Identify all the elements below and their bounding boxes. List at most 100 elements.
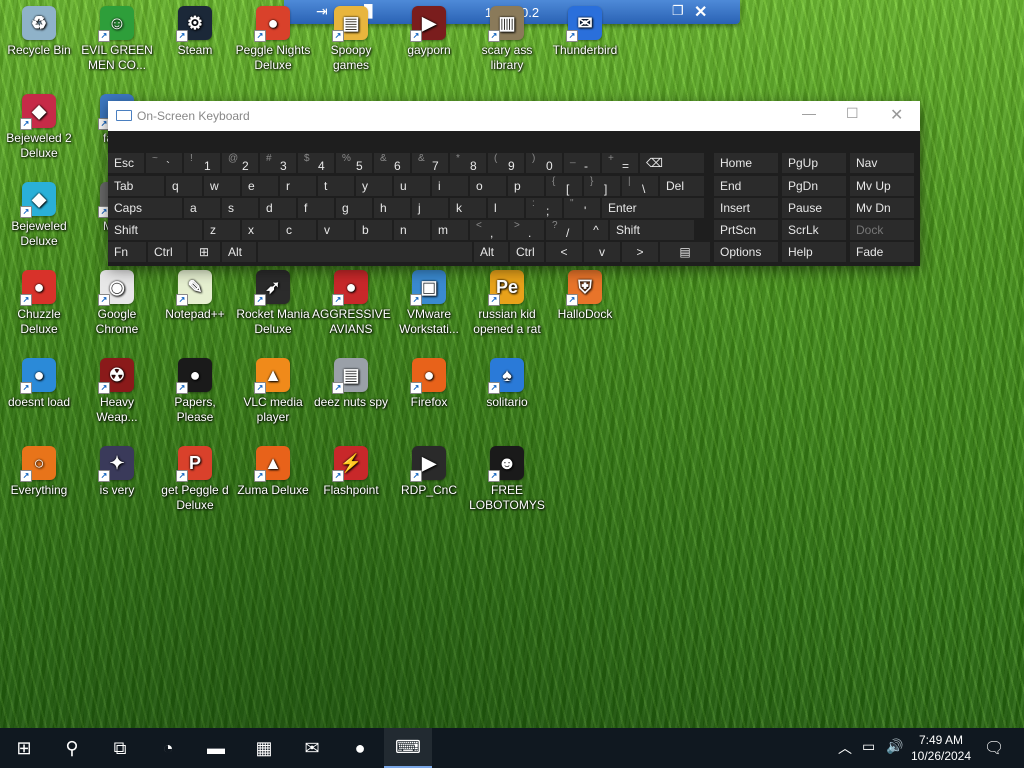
desktop-icon[interactable]: ▲ ↗ Zuma Deluxe xyxy=(234,446,312,498)
desktop-icon[interactable]: ✉ ↗ Thunderbird xyxy=(546,6,624,58)
desktop-icon[interactable]: ● ↗ Chuzzle Deluxe xyxy=(0,270,78,337)
key-`[interactable]: ~ ` xyxy=(146,153,182,173)
key-dock[interactable]: Dock xyxy=(850,220,914,240)
key-h[interactable]: h xyxy=(374,198,410,218)
desktop-icon[interactable]: ◆ ↗ Bejeweled 2 Deluxe xyxy=(0,94,78,161)
key-pause[interactable]: Pause xyxy=(782,198,846,218)
key-prtscn[interactable]: PrtScn xyxy=(714,220,778,240)
key-\[interactable]: | \ xyxy=(622,176,658,196)
taskbar-mail-button[interactable]: ✉ xyxy=(288,728,336,768)
key-q[interactable]: q xyxy=(166,176,202,196)
key-.[interactable]: >. xyxy=(508,220,544,240)
taskbar-on-screen-keyboard-button[interactable]: ⌨ xyxy=(384,728,432,768)
key-alt-right[interactable]: Alt xyxy=(474,242,508,262)
key-o[interactable]: o xyxy=(470,176,506,196)
desktop-icon[interactable]: ▣ ↗ VMware Workstati... xyxy=(390,270,468,337)
key-caps[interactable]: Caps xyxy=(108,198,182,218)
key-m[interactable]: m xyxy=(432,220,468,240)
key-x[interactable]: x xyxy=(242,220,278,240)
taskbar-start-button[interactable]: ⊞ xyxy=(0,728,48,768)
network-icon[interactable]: ▭ xyxy=(862,738,875,755)
clock[interactable]: 7:49 AM 10/26/2024 xyxy=(904,732,978,764)
desktop-icon[interactable]: ● ↗ Papers, Please xyxy=(156,358,234,425)
key-nav[interactable]: Nav xyxy=(850,153,914,173)
volume-icon[interactable]: 🔊 xyxy=(886,738,903,755)
key-shift-right[interactable]: Shift xyxy=(610,220,694,240)
key-t[interactable]: t xyxy=(318,176,354,196)
desktop-icon[interactable]: ▲ ↗ VLC media player xyxy=(234,358,312,425)
key-pgdn[interactable]: PgDn xyxy=(782,176,846,196)
backspace-icon[interactable]: ⌫ xyxy=(640,153,704,173)
key-=[interactable]: + = xyxy=(602,153,638,173)
minimize-icon[interactable]: — xyxy=(802,105,816,121)
key-help[interactable]: Help xyxy=(782,242,846,262)
desktop-icon[interactable]: ● ↗ AGGRESSIVE AVIANS xyxy=(312,270,391,337)
key-,[interactable]: <, xyxy=(470,220,506,240)
arrow-right-icon[interactable]: > xyxy=(622,242,658,262)
key-1[interactable]: ! 1 xyxy=(184,153,220,173)
key-tab[interactable]: Tab xyxy=(108,176,164,196)
desktop-icon[interactable]: ○ ↗ Everything xyxy=(0,446,78,498)
desktop-icon[interactable]: P ↗ get Peggle d Deluxe xyxy=(156,446,234,513)
key-6[interactable]: & 6 xyxy=(374,153,410,173)
taskbar-firefox-button[interactable]: ● xyxy=(336,728,384,768)
key-j[interactable]: j xyxy=(412,198,448,218)
key-'[interactable]: " ' xyxy=(564,198,600,218)
notifications-icon[interactable]: 🗨 xyxy=(984,738,1004,758)
key-insert[interactable]: Insert xyxy=(714,198,778,218)
key-enter[interactable]: Enter xyxy=(602,198,704,218)
key-y[interactable]: y xyxy=(356,176,392,196)
taskbar-search-button[interactable]: ⚲ xyxy=(48,728,96,768)
key-home[interactable]: Home xyxy=(714,153,778,173)
key-ctrl-right[interactable]: Ctrl xyxy=(510,242,544,262)
key-4[interactable]: $4 xyxy=(298,153,334,173)
key-options[interactable]: Options xyxy=(714,242,778,262)
windows-key-icon[interactable]: ⊞ xyxy=(188,242,220,262)
desktop-icon[interactable]: ⚙ ↗ Steam xyxy=(156,6,234,58)
close-icon[interactable]: ✕ xyxy=(890,105,903,125)
key-pgup[interactable]: PgUp xyxy=(782,153,846,173)
desktop-icon[interactable]: ◉ ↗ Google Chrome xyxy=(78,270,156,337)
key-shift-left[interactable]: Shift xyxy=(108,220,202,240)
key-f[interactable]: f xyxy=(298,198,334,218)
desktop-icon[interactable]: ✦ ↗ is very xyxy=(78,446,156,498)
key-;[interactable]: :; xyxy=(526,198,562,218)
desktop-icon[interactable]: ▥ ↗ scary ass library xyxy=(468,6,546,73)
taskbar-edge-button[interactable]: ◔ xyxy=(144,728,192,768)
close-icon[interactable]: ✕ xyxy=(694,2,707,22)
key-end[interactable]: End xyxy=(714,176,778,196)
key-9[interactable]: (9 xyxy=(488,153,524,173)
menu-key-icon[interactable]: ▤ xyxy=(660,242,710,262)
key-ctrl-left[interactable]: Ctrl xyxy=(148,242,186,262)
key-7[interactable]: & 7 xyxy=(412,153,448,173)
key-w[interactable]: w xyxy=(204,176,240,196)
key-[[interactable]: {[ xyxy=(546,176,582,196)
desktop-icon[interactable]: ♠ ↗ solitario xyxy=(468,358,546,410)
key-d[interactable]: d xyxy=(260,198,296,218)
desktop-icon[interactable]: ● ↗ Firefox xyxy=(390,358,468,410)
desktop-icon[interactable]: Pe ↗ russian kid opened a rat xyxy=(468,270,546,337)
arrow-left-icon[interactable]: < xyxy=(546,242,582,262)
key-r[interactable]: r xyxy=(280,176,316,196)
key-c[interactable]: c xyxy=(280,220,316,240)
key-scrlk[interactable]: ScrLk xyxy=(782,220,846,240)
key-2[interactable]: @2 xyxy=(222,153,258,173)
taskbar-task-view-button[interactable]: ⧉ xyxy=(96,728,144,768)
key-mv-up[interactable]: Mv Up xyxy=(850,176,914,196)
osk-title-bar[interactable]: On-Screen Keyboard — ☐ ✕ xyxy=(108,101,920,131)
taskbar-store-button[interactable]: ▦ xyxy=(240,728,288,768)
desktop-icon[interactable]: ⚡ ↗ Flashpoint xyxy=(312,446,390,498)
key-5[interactable]: % 5 xyxy=(336,153,372,173)
key-v[interactable]: v xyxy=(318,220,354,240)
desktop-icon[interactable]: ▶ ↗ RDP_CnC xyxy=(390,446,468,498)
key-][interactable]: }] xyxy=(584,176,620,196)
key-fade[interactable]: Fade xyxy=(850,242,914,262)
maximize-icon[interactable]: ☐ xyxy=(846,105,859,122)
desktop-icon[interactable]: ♻ Recycle Bin xyxy=(0,6,78,58)
arrow-down-icon[interactable]: v xyxy=(584,242,620,262)
key-i[interactable]: i xyxy=(432,176,468,196)
key-z[interactable]: z xyxy=(204,220,240,240)
key-fn[interactable]: Fn xyxy=(108,242,146,262)
key-b[interactable]: b xyxy=(356,220,392,240)
desktop-icon[interactable]: ☻ ↗ FREE LOBOTOMYS xyxy=(468,446,546,513)
